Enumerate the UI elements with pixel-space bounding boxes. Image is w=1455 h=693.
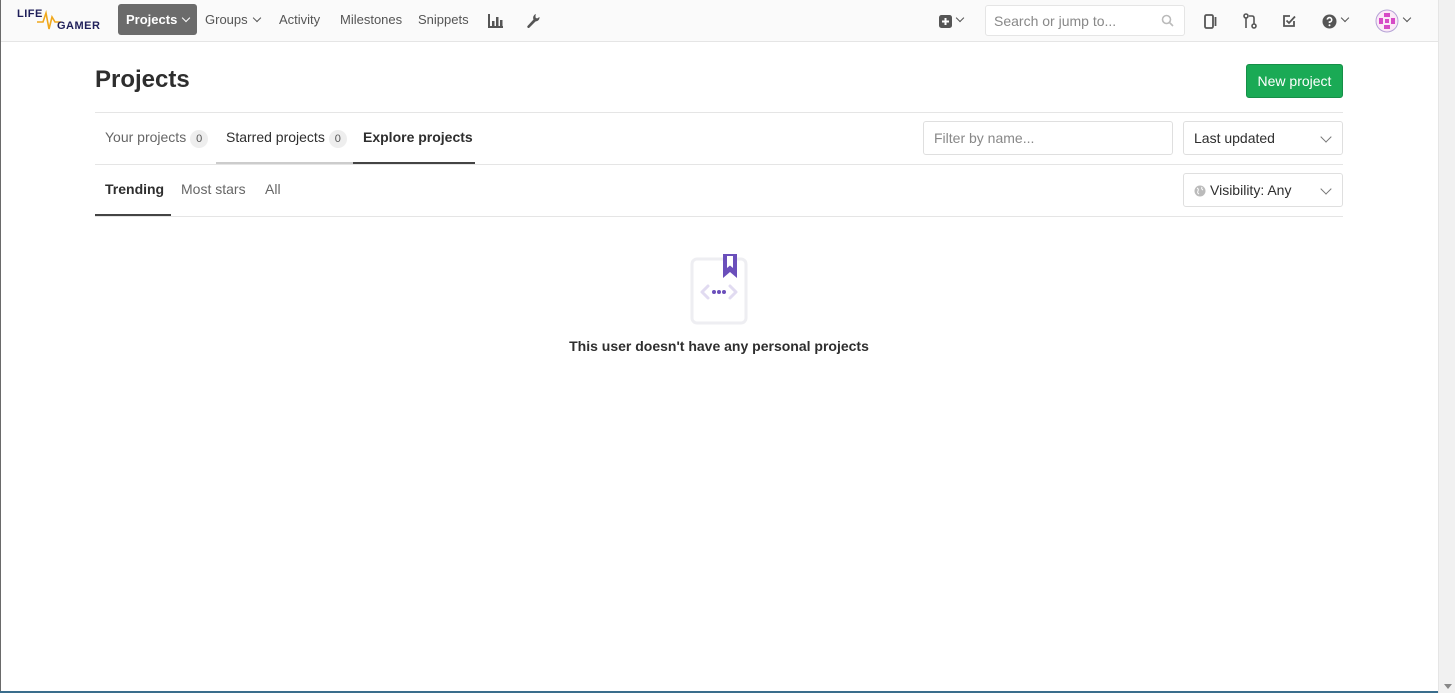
chevron-down-icon: [955, 13, 965, 23]
tab-starred-projects-label: Starred projects: [226, 129, 325, 145]
empty-projects-illustration: [690, 254, 748, 325]
scroll-down-arrow-icon[interactable]: [1444, 684, 1452, 689]
nav-milestones[interactable]: Milestones: [332, 4, 410, 35]
merge-request-icon: [1243, 13, 1257, 29]
search-input[interactable]: [986, 6, 1146, 35]
chevron-down-icon: [1320, 131, 1332, 143]
todos-button[interactable]: [1277, 9, 1301, 33]
user-menu-dropdown[interactable]: [1371, 9, 1413, 33]
tab-most-stars[interactable]: Most stars: [171, 164, 256, 216]
nav-groups-label: Groups: [205, 12, 248, 27]
nav-activity[interactable]: Activity: [271, 4, 328, 35]
tab-all[interactable]: All: [255, 164, 291, 216]
tab-trending[interactable]: Trending: [95, 164, 171, 216]
vertical-scrollbar[interactable]: [1438, 0, 1455, 693]
nav-analytics-button[interactable]: [483, 9, 507, 33]
chevron-down-icon: [182, 13, 191, 23]
search-box[interactable]: [985, 5, 1185, 36]
count-badge: 0: [328, 130, 347, 148]
visibility-selected-value: Visibility: Any: [1210, 182, 1292, 198]
chevron-down-icon: [1320, 183, 1332, 195]
tab-your-projects[interactable]: Your projects 0: [95, 112, 218, 164]
chevron-down-icon: [252, 13, 261, 23]
tab-explore-projects-label: Explore projects: [363, 129, 473, 145]
empty-state-message: This user doesn't have any personal proj…: [569, 338, 869, 354]
tab-explore-projects[interactable]: Explore projects: [353, 112, 475, 164]
issues-icon: [1204, 13, 1217, 29]
sort-selected-value: Last updated: [1194, 130, 1275, 146]
question-circle-icon: [1322, 14, 1337, 28]
window-frame: [0, 0, 1, 693]
help-dropdown[interactable]: [1318, 9, 1352, 33]
tab-starred-projects[interactable]: Starred projects 0: [216, 112, 357, 164]
todo-check-icon: [1283, 15, 1296, 27]
filter-by-name-input[interactable]: [924, 122, 1172, 154]
nav-snippets[interactable]: Snippets: [410, 4, 477, 35]
new-item-dropdown[interactable]: [934, 9, 968, 33]
chevron-down-icon: [1402, 13, 1411, 23]
globe-icon: [1194, 185, 1206, 197]
new-project-button[interactable]: New project: [1246, 64, 1343, 98]
merge-requests-button[interactable]: [1238, 9, 1262, 33]
nav-projects-dropdown[interactable]: Projects: [118, 4, 198, 35]
search-icon: [1161, 14, 1174, 27]
visibility-dropdown[interactable]: Visibility: Any: [1183, 173, 1343, 207]
nav-groups-dropdown[interactable]: Groups: [197, 4, 268, 35]
page-title: Projects: [95, 66, 190, 93]
brand-logo[interactable]: LIFE GAMER: [15, 5, 103, 37]
chevron-down-icon: [1340, 13, 1350, 23]
wrench-icon: [527, 14, 540, 29]
nav-admin-button[interactable]: [521, 9, 545, 33]
sort-dropdown[interactable]: Last updated: [1183, 121, 1343, 155]
filter-box[interactable]: [923, 121, 1173, 155]
tab-your-projects-label: Your projects: [105, 129, 187, 145]
nav-projects-label: Projects: [126, 12, 178, 27]
plus-square-icon: [939, 14, 952, 28]
divider: [95, 216, 1343, 217]
issues-button[interactable]: [1199, 9, 1223, 33]
top-navbar: LIFE GAMER Projects Groups Activity Mile…: [0, 0, 1455, 42]
avatar: [1375, 9, 1398, 33]
chart-bar-icon: [487, 14, 503, 28]
count-badge: 0: [190, 130, 209, 148]
brand-line-2: GAMER: [57, 20, 101, 32]
